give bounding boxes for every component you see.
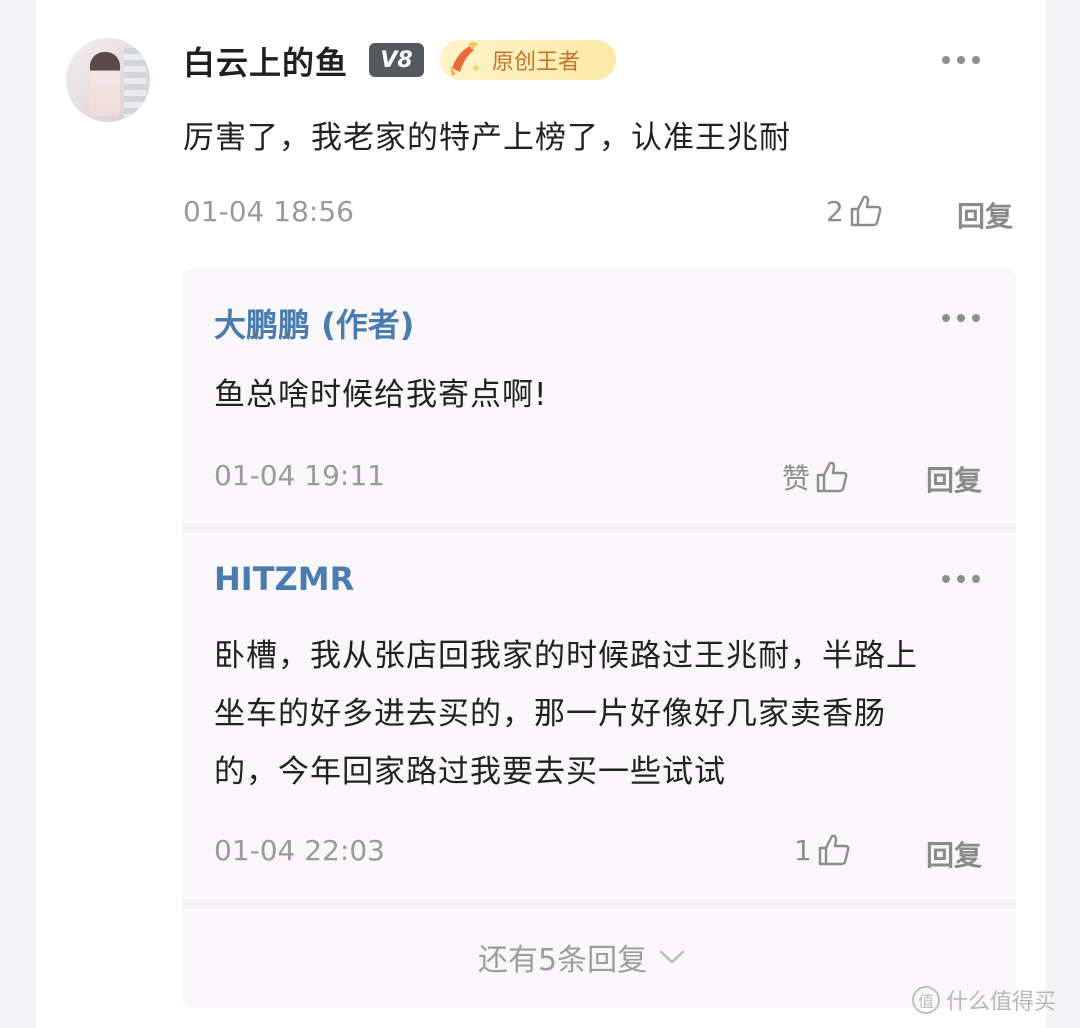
reply-time: 01-04 22:03 <box>214 834 385 867</box>
avatar[interactable] <box>66 38 150 122</box>
more-horizontal-icon[interactable] <box>942 314 980 322</box>
like-button[interactable]: 2 <box>826 193 884 229</box>
thumbs-up-icon <box>850 195 882 227</box>
reply-author[interactable]: HITZMR <box>214 560 354 598</box>
like-button[interactable]: 赞 <box>782 457 850 497</box>
hand-pen-icon <box>450 42 479 76</box>
avatar-background <box>124 48 146 118</box>
reply-button[interactable]: 回复 <box>926 834 982 874</box>
more-replies-button[interactable]: 还有5条回复 <box>478 935 685 979</box>
like-count: 1 <box>794 833 812 867</box>
reply-button[interactable]: 回复 <box>957 195 1013 235</box>
reply-text: 鱼总啥时候给我寄点啊! <box>214 377 548 413</box>
more-horizontal-icon[interactable] <box>942 575 980 583</box>
thumbs-up-icon <box>818 834 850 866</box>
thumbs-up-icon <box>816 461 848 493</box>
comment-username[interactable]: 白云上的鱼 <box>183 38 348 84</box>
title-badge-label: 原创王者 <box>492 50 581 75</box>
divider <box>182 903 1016 905</box>
level-badge: V8 <box>369 43 424 77</box>
reply-text-line: 卧槽，我从张店回我家的时候路过王兆耐，半路上 <box>214 638 918 674</box>
watermark: 值 什么值得买 <box>912 984 1056 1016</box>
reply-text-line: 坐车的好多进去买的，那一片好像好几家卖香肠 <box>214 696 886 732</box>
like-count: 2 <box>826 194 844 228</box>
like-button[interactable]: 1 <box>794 832 852 868</box>
like-label: 赞 <box>782 462 811 495</box>
avatar-figure <box>90 52 120 116</box>
reply-text-line: 的，今年回家路过我要去买一些试试 <box>214 754 726 790</box>
more-replies-label: 还有5条回复 <box>478 943 648 978</box>
comment-content: 厉害了，我老家的特产上榜了，认准王兆耐 <box>183 120 791 156</box>
title-badge: 原创王者 <box>440 40 616 80</box>
comment-time: 01-04 18:56 <box>183 195 354 228</box>
reply-author[interactable]: 大鹏鹏 (作者) <box>214 300 414 346</box>
more-horizontal-icon[interactable] <box>942 56 980 64</box>
watermark-text: 什么值得买 <box>946 990 1057 1015</box>
watermark-logo-icon: 值 <box>912 986 940 1014</box>
divider <box>182 527 1016 529</box>
reply-button[interactable]: 回复 <box>926 459 982 499</box>
chevron-down-icon <box>659 950 685 964</box>
reply-time: 01-04 19:11 <box>214 459 385 492</box>
